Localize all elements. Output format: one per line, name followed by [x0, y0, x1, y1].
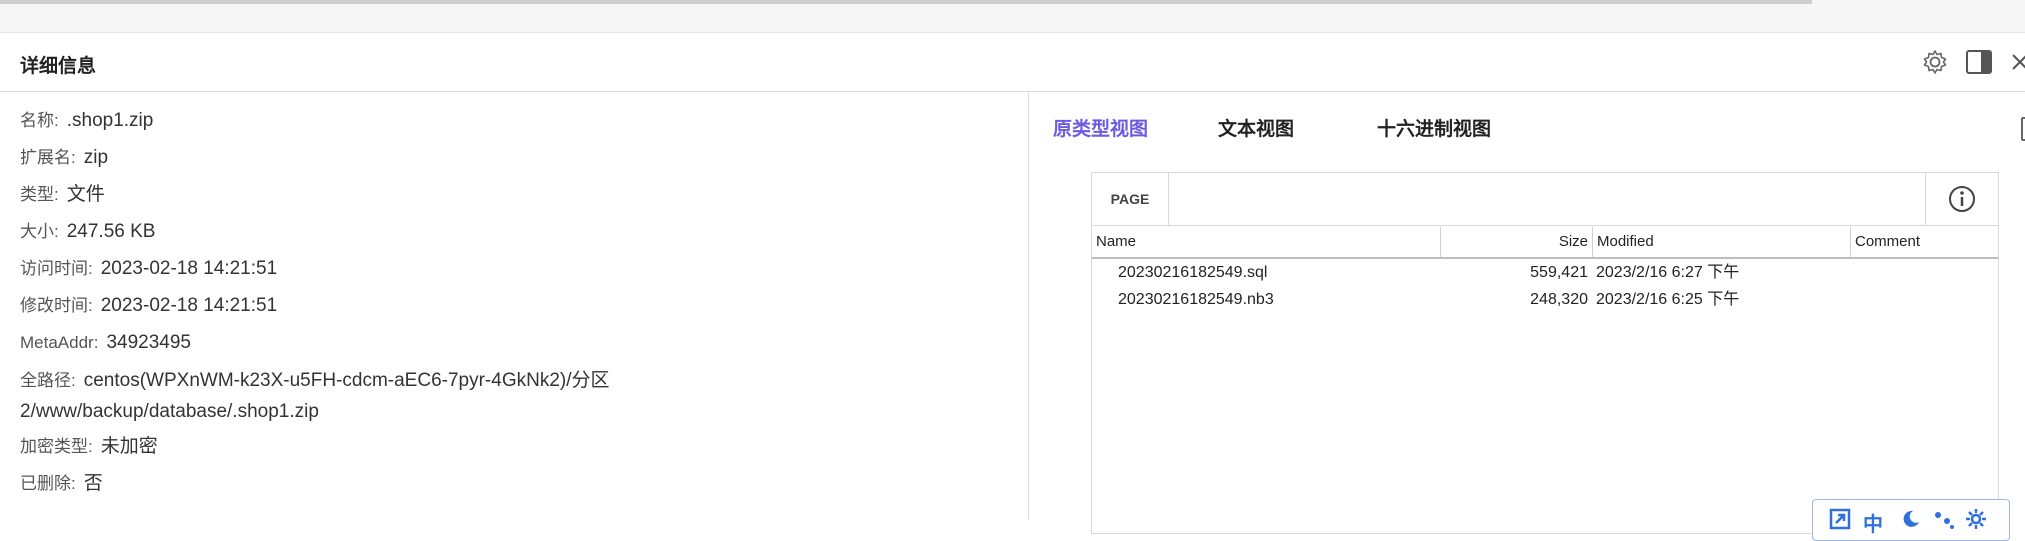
- gear-icon[interactable]: [1920, 47, 1950, 77]
- column-modified[interactable]: Modified: [1592, 227, 1850, 257]
- detail-size: 大小: 247.56 KB: [20, 217, 155, 247]
- detail-modify-time: 修改时间: 2023-02-18 14:21:51: [20, 291, 277, 321]
- page-title: 详细信息: [20, 56, 97, 77]
- top-scroll-strip: [0, 0, 2025, 33]
- moon-icon[interactable]: [1899, 508, 1921, 536]
- language-toggle[interactable]: 中: [1863, 508, 1883, 537]
- cell-modified: 2023/2/16 6:25 下午: [1596, 291, 1740, 308]
- column-size[interactable]: Size: [1440, 227, 1592, 257]
- table-row[interactable]: 20230216182549.nb3 248,320 2023/2/16 6:2…: [1092, 286, 1998, 313]
- detail-label: 类型:: [20, 185, 59, 204]
- detail-meta-addr: MetaAddr: 34923495: [20, 328, 191, 358]
- close-icon[interactable]: [2005, 47, 2025, 77]
- tab-hex-view[interactable]: 十六进制视图: [1377, 114, 1491, 141]
- cell-name: 20230216182549.nb3: [1118, 291, 1274, 308]
- detail-label: 访问时间:: [20, 259, 93, 278]
- preview-panel: 原类型视图 文本视图 十六进制视图 PAGE Name Size Modifie…: [1029, 92, 2025, 541]
- cell-name: 20230216182549.sql: [1118, 264, 1268, 281]
- side-panel-icon[interactable]: [1964, 47, 1994, 77]
- detail-full-path: 全路径: centos(WPXnWM-k23X-u5FH-cdcm-aEC6-7p…: [20, 365, 740, 427]
- detail-value: zip: [83, 147, 109, 168]
- detail-encryption: 加密类型: 未加密: [20, 432, 158, 462]
- archive-viewer: PAGE Name Size Modified Comment 20230216…: [1091, 172, 2010, 541]
- cell-comment: [1850, 259, 1998, 286]
- column-comment[interactable]: Comment: [1850, 227, 1998, 257]
- column-name[interactable]: Name: [1092, 227, 1440, 257]
- detail-label: 扩展名:: [20, 148, 76, 167]
- detail-value: centos(WPXnWM-k23X-u5FH-cdcm-aEC6-7pyr-4…: [20, 370, 610, 422]
- detail-label: 名称:: [20, 111, 59, 130]
- detail-value: 2023-02-18 14:21:51: [100, 258, 278, 279]
- page-button[interactable]: PAGE: [1092, 173, 1169, 225]
- tab-original-view[interactable]: 原类型视图: [1053, 114, 1148, 141]
- detail-label: MetaAddr:: [20, 333, 99, 352]
- info-icon[interactable]: [1925, 173, 1998, 225]
- detail-value: 否: [83, 473, 103, 494]
- cell-size: 248,320: [1530, 291, 1588, 308]
- detail-label: 修改时间:: [20, 296, 93, 315]
- file-details-panel: 名称: .shop1.zip 扩展名: zip 类型: 文件 大小: 247.56 KB…: [0, 92, 1029, 520]
- floating-toolbar: 中: [1812, 499, 2010, 541]
- detail-value: .shop1.zip: [66, 110, 154, 131]
- detail-value: 247.56 KB: [66, 221, 156, 242]
- cell-size: 559,421: [1530, 264, 1588, 281]
- table-header: Name Size Modified Comment: [1092, 227, 1998, 259]
- detail-type: 类型: 文件: [20, 180, 105, 210]
- detail-label: 已删除:: [20, 474, 76, 493]
- detail-label: 加密类型:: [20, 437, 93, 456]
- details-header: 详细信息: [0, 33, 2025, 92]
- detail-value: 2023-02-18 14:21:51: [100, 295, 278, 316]
- cell-modified: 2023/2/16 6:27 下午: [1596, 264, 1740, 281]
- gear-icon[interactable]: [1965, 508, 1987, 536]
- horizontal-scrollbar[interactable]: [0, 0, 1812, 4]
- window-icon[interactable]: [2021, 117, 2025, 141]
- detail-value: 未加密: [100, 436, 158, 457]
- cell-comment: [1850, 286, 1998, 313]
- expand-icon[interactable]: [1829, 508, 1851, 536]
- viewer-toolbar: PAGE: [1092, 173, 1998, 226]
- detail-label: 全路径:: [20, 371, 76, 390]
- dots-icon[interactable]: [1933, 508, 1955, 536]
- detail-value: 34923495: [106, 332, 191, 353]
- detail-name: 名称: .shop1.zip: [20, 106, 153, 136]
- tab-text-view[interactable]: 文本视图: [1218, 114, 1294, 141]
- table-row[interactable]: 20230216182549.sql 559,421 2023/2/16 6:2…: [1092, 259, 1998, 286]
- detail-extension: 扩展名: zip: [20, 143, 108, 173]
- detail-value: 文件: [66, 184, 105, 205]
- detail-access-time: 访问时间: 2023-02-18 14:21:51: [20, 254, 277, 284]
- archive-file-table: Name Size Modified Comment 2023021618254…: [1092, 227, 1998, 313]
- detail-label: 大小:: [20, 222, 59, 241]
- detail-deleted: 已删除: 否: [20, 469, 103, 499]
